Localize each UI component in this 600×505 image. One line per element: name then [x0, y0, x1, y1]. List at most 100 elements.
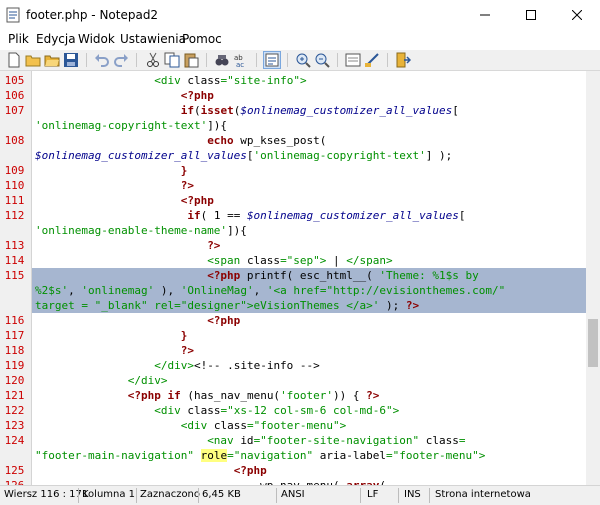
code-token: '<a href="http://evisionthemes.com/" [266, 284, 506, 297]
line-number: 105 [4, 74, 25, 87]
window-title: footer.php - Notepad2 [26, 8, 159, 22]
status-column: Kolumna 1 [82, 489, 136, 500]
line-number: 110 [4, 179, 25, 192]
code-token: 'footer' [280, 389, 334, 402]
code-line: <?php if (has_nav_menu('footer')) { ?> [35, 388, 586, 403]
save-icon[interactable] [63, 52, 79, 68]
zoom-out-icon[interactable] [314, 52, 330, 68]
zoom-in-icon[interactable] [295, 52, 311, 68]
word-wrap-icon[interactable] [263, 51, 281, 69]
code-token: ?> [180, 179, 194, 192]
maximize-button[interactable] [508, 0, 554, 30]
status-separator [360, 488, 361, 503]
code-token: [ [452, 104, 459, 117]
code-token: <?php [127, 389, 161, 402]
toolbar-separator [287, 53, 288, 67]
code-token: isset [200, 104, 234, 117]
new-file-icon[interactable] [6, 52, 22, 68]
scheme-icon[interactable] [345, 52, 361, 68]
menu-edycja[interactable]: Edycja [36, 32, 76, 46]
status-encoding[interactable]: ANSI [281, 489, 305, 500]
code-token: 'Theme: %1$s by [379, 269, 479, 282]
scrollbar-thumb[interactable] [588, 319, 598, 367]
status-mode[interactable]: INS [404, 489, 421, 500]
toolbar-separator [337, 53, 338, 67]
customize-icon[interactable] [364, 52, 380, 68]
line-number: 124 [4, 434, 25, 447]
code-token: , [253, 284, 267, 297]
code-editor[interactable]: 105 106 107 108 109 110 111 112 113 114 115 116 117 1… [0, 71, 586, 485]
replace-icon[interactable]: abac [233, 52, 249, 68]
status-scheme[interactable]: Strona internetowa [435, 489, 531, 500]
close-button[interactable] [554, 0, 600, 30]
status-position: Wiersz 116 : 171 [4, 489, 89, 500]
code-token: target = "_blank" rel="designer">eVision… [35, 299, 380, 312]
vertical-scrollbar[interactable] [586, 71, 600, 485]
menu-ustawienia[interactable]: Ustawienia [120, 32, 186, 46]
line-number: 121 [4, 389, 25, 402]
code-line: <?php [35, 313, 586, 328]
code-token: if [187, 209, 201, 222]
code-token: <div [154, 74, 188, 87]
status-size: 6,45 KB [202, 489, 241, 500]
toolbar-separator [256, 53, 257, 67]
code-token: $onlinemag_customizer_all_values [246, 209, 459, 222]
code-line: } [35, 328, 586, 343]
code-token: role [200, 449, 228, 462]
line-number: 125 [4, 464, 25, 477]
exit-icon[interactable] [395, 52, 411, 68]
code-line: if(isset($onlinemag_customizer_all_value… [35, 103, 586, 118]
code-token: aria-label [319, 449, 387, 462]
open-folder-icon[interactable] [44, 52, 60, 68]
code-token: = [458, 434, 466, 447]
code-token: ="footer-menu"> [246, 419, 347, 432]
line-number: 114 [4, 254, 25, 267]
status-separator [78, 488, 79, 503]
notepad-app-icon [6, 7, 20, 23]
code-token: 'onlinemag-copyright-text' [253, 149, 426, 162]
menu-widok[interactable]: Widok [78, 32, 115, 46]
code-token: ="footer-menu"> [386, 449, 486, 462]
code-token: ="site-info"> [220, 74, 307, 87]
find-icon[interactable] [214, 52, 230, 68]
code-token: ]){ [227, 224, 247, 237]
code-token: ]){ [207, 119, 228, 132]
cut-icon[interactable] [145, 52, 161, 68]
code-token: <div [154, 404, 188, 417]
code-line: <?php [35, 193, 586, 208]
code-line: target = "_blank" rel="designer">eVision… [32, 298, 586, 313]
redo-icon[interactable] [113, 52, 129, 68]
paste-icon[interactable] [183, 52, 199, 68]
code-token: ="footer-site-navigation" [253, 434, 426, 447]
code-token: ?> [180, 344, 194, 357]
status-selection: Zaznaczono [140, 489, 201, 500]
close-icon [571, 9, 583, 20]
code-line: </div><!-- .site-info --> [35, 358, 586, 373]
copy-icon[interactable] [164, 52, 180, 68]
code-line: echo wp_kses_post( [35, 133, 586, 148]
undo-icon[interactable] [94, 52, 110, 68]
code-line: ?> [35, 343, 586, 358]
line-number: 117 [4, 329, 25, 342]
code-token: } [180, 164, 188, 177]
open-icon[interactable] [25, 52, 41, 68]
code-token: (has_nav_menu( [187, 389, 281, 402]
code-token: <?php [180, 194, 214, 207]
minimize-button[interactable] [462, 0, 508, 30]
code-token: $onlinemag_customizer_all_values [35, 149, 247, 162]
menu-pomoc[interactable]: Pomoc [182, 32, 222, 46]
menu-plik[interactable]: Plik [8, 32, 29, 46]
code-token: 'onlinemag-copyright-text' [35, 119, 208, 132]
code-token: [ [458, 209, 466, 222]
status-eol[interactable]: LF [367, 489, 378, 500]
